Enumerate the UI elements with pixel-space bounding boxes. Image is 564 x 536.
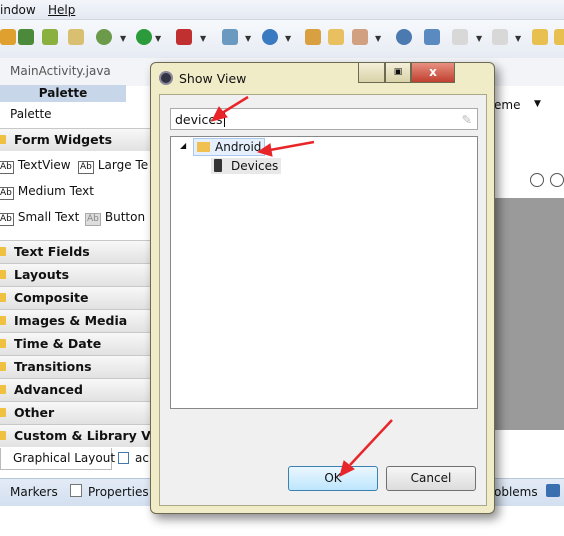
arrow-to-android	[269, 140, 315, 152]
arrow-to-ok	[349, 419, 393, 466]
arrow-head	[256, 143, 273, 157]
annotation-arrows	[211, 95, 393, 477]
arrow-head	[211, 106, 228, 122]
arrow-to-search	[221, 95, 249, 115]
